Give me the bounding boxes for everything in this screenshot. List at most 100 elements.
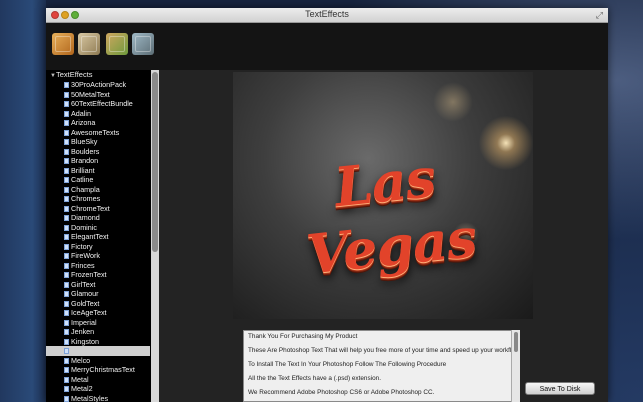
document-icon — [64, 291, 69, 297]
sidebar-item[interactable]: ElegantText — [46, 232, 150, 242]
document-icon — [64, 319, 69, 326]
sidebar-item[interactable]: Melco — [46, 356, 150, 366]
document-icon — [64, 262, 69, 269]
sidebar-item[interactable]: BlueSky — [46, 137, 150, 147]
preview-text: Las Vegas — [303, 145, 479, 287]
document-icon — [64, 348, 69, 354]
sidebar-item[interactable]: ChromeText — [46, 204, 150, 214]
sidebar-item[interactable]: AwesomeTexts — [46, 128, 150, 138]
sidebar-item[interactable]: MerryChristmasText — [46, 365, 150, 375]
document-icon — [64, 300, 69, 307]
sidebar-item[interactable]: 50MetalText — [46, 90, 150, 100]
instructions-scrollbar[interactable] — [511, 330, 520, 402]
sidebar-item-label: ElegantText — [71, 232, 109, 241]
sidebar-item-label: 60TextEffectBundle — [71, 99, 133, 108]
sidebar-item-label: FrozenText — [71, 270, 107, 279]
document-icon — [64, 367, 69, 373]
sidebar-item[interactable]: Brandon — [46, 156, 150, 166]
sidebar-item[interactable]: Metal2 — [46, 384, 150, 394]
document-icon — [64, 186, 69, 193]
save-to-disk-button[interactable]: Save To Disk — [525, 382, 595, 395]
sidebar-item[interactable]: 60TextEffectBundle — [46, 99, 150, 109]
document-icon — [64, 234, 69, 240]
instructions-line: Thank You For Purchasing My Product — [248, 333, 358, 340]
sidebar-item-label: MerryChristmasText — [71, 365, 135, 374]
sidebar-item[interactable]: Arizona — [46, 118, 150, 128]
document-icon — [64, 386, 69, 392]
sidebar-item[interactable]: 30ProActionPack — [46, 80, 150, 90]
sidebar-item-label: 30ProActionPack — [71, 80, 127, 89]
sidebar-item[interactable]: Chromes — [46, 194, 150, 204]
document-icon — [64, 310, 69, 316]
app-window: TextEffects ⤢ ▼TextEffects 30ProActionPa… — [46, 8, 608, 402]
document-icon — [64, 110, 69, 117]
effect-preview-image: Las Vegas — [233, 72, 533, 319]
document-icon — [64, 167, 69, 174]
sidebar-item[interactable]: GoldText — [46, 299, 150, 309]
document-icon — [64, 158, 69, 164]
sidebar-item-label: ChromeText — [71, 203, 110, 213]
document-icon — [64, 91, 69, 98]
main-panel: Las Vegas Thank You For Purchasing My Pr… — [159, 70, 608, 402]
sidebar-item-label: MetalStyles — [71, 393, 109, 402]
instructions-line: To Install The Text In Your Photoshop Fo… — [248, 361, 447, 368]
document-icon — [64, 253, 69, 259]
document-icon — [64, 177, 69, 183]
title-bar: TextEffects ⤢ — [46, 8, 608, 23]
fullscreen-icon[interactable]: ⤢ — [596, 10, 603, 21]
instructions-line: All the the Text Effects have a (.psd) e… — [248, 375, 381, 382]
sidebar-item[interactable]: Jenken — [46, 327, 150, 337]
sidebar-item[interactable]: Kingston — [46, 337, 150, 347]
document-icon — [64, 224, 69, 231]
sidebar-item[interactable]: Boulders — [46, 147, 150, 157]
tools-icon[interactable] — [78, 33, 100, 55]
sidebar-item[interactable]: FrozenText — [46, 270, 150, 280]
sidebar-item-label: 50MetalText — [71, 89, 110, 99]
sidebar-item[interactable]: GirlText — [46, 280, 150, 290]
sidebar-item[interactable]: FireWork — [46, 251, 150, 261]
document-icon — [64, 272, 69, 278]
document-icon — [64, 215, 69, 221]
sidebar-item[interactable]: Metal — [46, 375, 150, 385]
paint-bucket-icon[interactable] — [132, 33, 154, 55]
sidebar-scrollbar[interactable] — [151, 70, 159, 402]
sidebar-item[interactable]: Imperial — [46, 318, 150, 328]
document-icon — [64, 139, 69, 145]
sidebar-item[interactable]: Catline — [46, 175, 150, 185]
sidebar-item[interactable]: Dominic — [46, 223, 150, 233]
sidebar-item[interactable]: Frinces — [46, 261, 150, 271]
sidebar-item[interactable]: IceAgeText — [46, 308, 150, 318]
paint-tools-icon[interactable] — [106, 33, 128, 55]
sidebar-item[interactable]: Fictory — [46, 242, 150, 252]
instructions-line: We Recommend Adobe Photoshop CS6 or Adob… — [248, 389, 435, 396]
effects-list: 30ProActionPack 50MetalText 60TextEffectBu… — [46, 80, 150, 402]
tree-root[interactable]: ▼TextEffects — [50, 70, 93, 80]
sidebar-item[interactable]: Diamond — [46, 213, 150, 223]
sidebar-scroll-thumb[interactable] — [152, 72, 158, 252]
document-icon — [64, 329, 69, 335]
document-icon — [64, 395, 69, 402]
document-icon — [64, 205, 69, 212]
document-icon — [64, 357, 69, 364]
desktop-background-left — [0, 0, 46, 402]
document-icon — [64, 120, 69, 126]
document-icon — [64, 82, 69, 88]
sidebar-item[interactable]: Glamour — [46, 289, 150, 299]
instructions-line: These Are Photoshop Text That will help … — [248, 347, 520, 354]
sidebar-item[interactable]: Adalin — [46, 109, 150, 119]
document-icon — [64, 281, 69, 288]
sidebar-item[interactable]: Brilliant — [46, 166, 150, 176]
sidebar-item[interactable]: MetalStyles — [46, 394, 150, 402]
lens-flare — [433, 82, 473, 122]
sidebar-item[interactable] — [46, 346, 150, 356]
toolbar — [46, 23, 608, 73]
window-title: TextEffects — [305, 9, 349, 19]
instructions-scroll-thumb[interactable] — [514, 332, 518, 352]
sidebar-item-label: AwesomeTexts — [71, 127, 120, 137]
instructions-text-area[interactable]: Thank You For Purchasing My Product These… — [243, 330, 520, 402]
sidebar-item[interactable]: Champla — [46, 185, 150, 195]
document-icon — [64, 376, 69, 383]
sidebar-item-label: IceAgeText — [71, 308, 107, 317]
palette-brush-icon[interactable] — [52, 33, 74, 55]
effects-sidebar: ▼TextEffects 30ProActionPack 50MetalText 6… — [46, 70, 158, 402]
